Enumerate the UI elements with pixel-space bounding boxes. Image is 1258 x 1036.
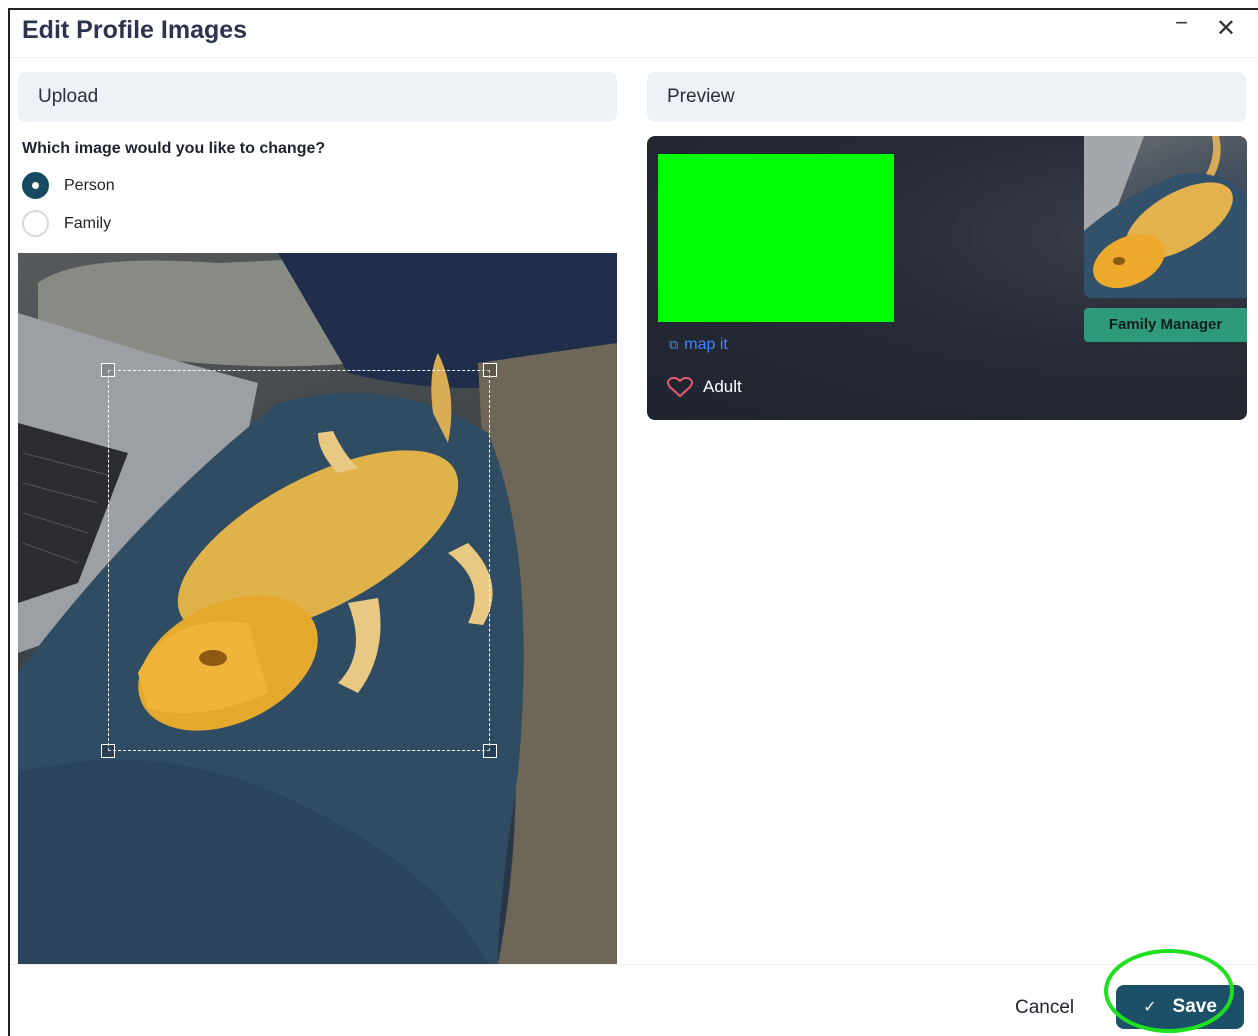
family-radio-button[interactable] [22, 210, 49, 237]
upload-section-header: Upload [18, 72, 617, 122]
person-radio-label: Person [64, 176, 115, 194]
crop-selection-box[interactable] [101, 363, 497, 758]
close-icon[interactable]: ✕ [1216, 14, 1236, 43]
map-it-label: map it [684, 336, 728, 353]
role-badge: Family Manager [1084, 308, 1247, 342]
preview-section-header: Preview [647, 72, 1246, 122]
cancel-button[interactable]: Cancel [1015, 997, 1074, 1019]
dialog-title: Edit Profile Images [22, 16, 248, 44]
image-crop-area[interactable] [18, 253, 617, 964]
radio-option-person[interactable]: Person [22, 172, 115, 199]
save-button[interactable]: ✓ Save [1116, 985, 1244, 1029]
edit-profile-images-dialog: Edit Profile Images − ✕ Upload Preview W… [8, 8, 1258, 1036]
minimize-icon[interactable]: − [1175, 10, 1188, 36]
person-avatar-preview [1084, 136, 1247, 298]
crop-handle-top-left[interactable] [101, 363, 115, 377]
family-image-placeholder [658, 154, 894, 322]
radio-option-family[interactable]: Family [22, 210, 111, 237]
check-icon: ✓ [1143, 999, 1157, 1016]
heart-icon [667, 376, 693, 398]
external-link-icon: ⧉ [669, 337, 679, 352]
profile-preview-card: ⧉ map it Adult Family Manager [647, 136, 1247, 420]
crop-handle-top-right[interactable] [483, 363, 497, 377]
member-status: Adult [667, 376, 742, 398]
person-radio-button[interactable] [22, 172, 49, 199]
crop-handle-bottom-left[interactable] [101, 744, 115, 758]
member-status-label: Adult [703, 377, 742, 396]
family-radio-label: Family [64, 214, 112, 232]
image-choice-question: Which image would you like to change? [22, 140, 326, 157]
map-it-link[interactable]: ⧉ map it [669, 336, 728, 354]
save-button-label: Save [1172, 996, 1217, 1017]
avatar-lizard-image [1084, 136, 1247, 298]
dialog-footer: Cancel ✓ Save [10, 964, 1258, 1036]
crop-handle-bottom-right[interactable] [483, 744, 497, 758]
dialog-titlebar: Edit Profile Images − ✕ [10, 10, 1258, 58]
